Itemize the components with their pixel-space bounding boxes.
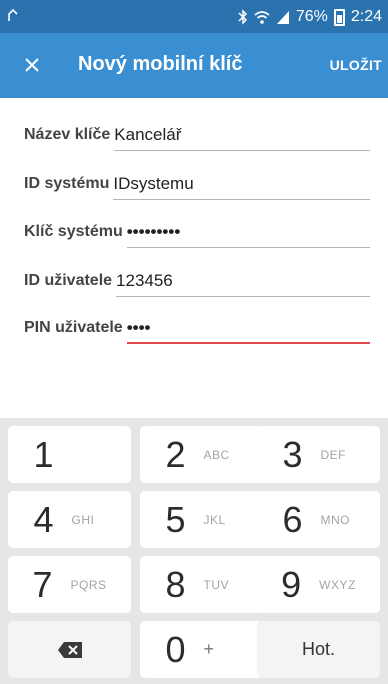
key-name-input[interactable]: Kancelář	[114, 117, 370, 153]
form-row-system-id: ID systému IDsystemu	[24, 166, 370, 202]
key-letters: GHI	[71, 512, 95, 527]
key-1[interactable]: 1	[8, 426, 131, 483]
done-button[interactable]: Hot.	[257, 621, 380, 678]
key-letters: JKL	[203, 512, 226, 527]
form-row-system-key: Klíč systému •••••••••	[24, 214, 371, 250]
key-digit: 8	[165, 563, 186, 605]
numeric-keyboard: 1 2 ABC 3 DEF 4 GHI 5 JKL 6 MNO 7 PQRS 8…	[0, 418, 388, 684]
clock: 2:24	[350, 8, 382, 25]
key-digit: 5	[165, 498, 186, 540]
key-form: Název klíče Kancelář ID systému IDsystem…	[0, 98, 388, 418]
close-icon	[25, 58, 39, 72]
form-row-user-id: ID uživatele 123456	[24, 263, 370, 299]
user-id-input[interactable]: 123456	[116, 263, 370, 299]
key-letters: TUV	[203, 577, 230, 592]
key-digit: 7	[32, 563, 53, 605]
key-letters: DEF	[320, 447, 347, 462]
system-key-input[interactable]: •••••••••	[126, 214, 371, 250]
key-digit: 0	[165, 628, 186, 670]
key-6[interactable]: 6 MNO	[257, 491, 380, 548]
status-bar: 76% 2:24	[0, 0, 388, 33]
system-id-label: ID systému	[24, 175, 110, 192]
close-button[interactable]	[12, 45, 52, 85]
page-title: Nový mobilní klíč	[78, 53, 243, 75]
key-digit: 9	[281, 563, 302, 605]
key-letters: PQRS	[70, 577, 107, 592]
key-digit: 6	[282, 498, 303, 540]
save-button[interactable]: ULOŽIT	[330, 57, 382, 73]
key-digit: 2	[165, 433, 186, 475]
user-id-label: ID uživatele	[24, 272, 113, 289]
key-letters: ABC	[203, 447, 230, 462]
app-bar: Nový mobilní klíč ULOŽIT	[0, 33, 388, 98]
signal-icon	[8, 8, 18, 21]
system-key-label: Klíč systému	[24, 223, 123, 240]
done-label: Hot.	[301, 639, 335, 659]
key-3[interactable]: 3 DEF	[257, 426, 380, 483]
key-letters: +	[203, 639, 215, 659]
wifi-icon	[254, 11, 270, 24]
key-digit: 4	[33, 498, 54, 540]
battery-icon	[333, 8, 345, 26]
key-7[interactable]: 7 PQRS	[8, 556, 131, 613]
user-pin-input[interactable]: ••••	[126, 310, 371, 346]
system-id-input[interactable]: IDsystemu	[113, 166, 370, 202]
key-letters: WXYZ	[319, 577, 356, 592]
key-9[interactable]: 9 WXYZ	[257, 556, 380, 613]
key-letters: MNO	[320, 512, 351, 527]
backspace-button[interactable]	[8, 621, 131, 678]
backspace-icon	[57, 641, 82, 658]
key-0[interactable]: 0 +	[140, 621, 263, 678]
status-icons: 76% 2:24	[238, 7, 382, 27]
battery-percent: 76%	[295, 8, 328, 25]
key-4[interactable]: 4 GHI	[8, 491, 131, 548]
key-8[interactable]: 8 TUV	[140, 556, 263, 613]
cell-signal-icon	[276, 11, 289, 24]
form-row-key-name: Název klíče Kancelář	[24, 117, 370, 153]
bluetooth-icon	[238, 9, 247, 25]
key-name-label: Název klíče	[24, 126, 111, 143]
key-digit: 3	[282, 433, 303, 475]
key-5[interactable]: 5 JKL	[140, 491, 263, 548]
key-digit: 1	[33, 433, 54, 475]
form-row-user-pin: PIN uživatele ••••	[24, 310, 371, 346]
key-2[interactable]: 2 ABC	[140, 426, 263, 483]
user-pin-label: PIN uživatele	[24, 319, 123, 336]
